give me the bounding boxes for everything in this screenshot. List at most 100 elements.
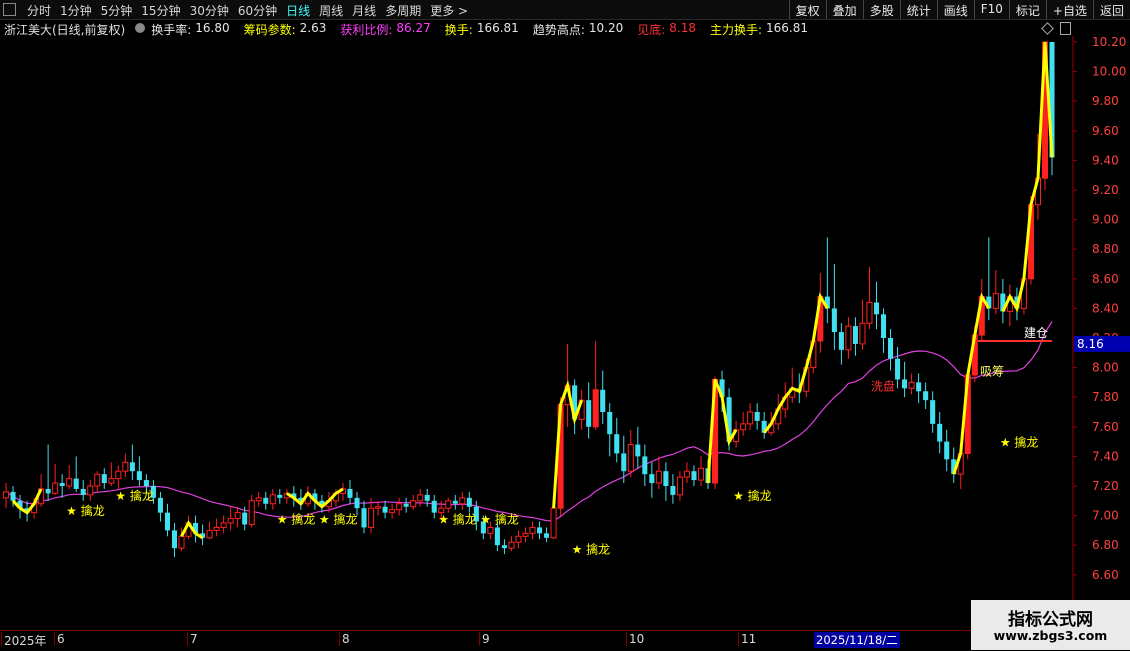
signal-overlay: ★ 擒龙★ 擒龙★ 擒龙 ★ 擒龙 ★ 擒龙 ★ 擒龙★ 擒龙★ 擒龙★ 擒龙建仓吸筹…	[11, 41, 1054, 556]
candle-body-up	[269, 494, 276, 505]
candle-body-up	[122, 461, 129, 472]
candle-body-up	[740, 423, 747, 431]
candle-body-up	[389, 509, 396, 514]
candle-body-down	[143, 480, 149, 486]
tab-period-multi[interactable]: 多周期	[385, 2, 421, 19]
tab-period-more[interactable]: 更多 >	[430, 2, 468, 19]
price-tick-label: 8.60	[1092, 272, 1119, 286]
diamond-icon[interactable]	[1041, 22, 1054, 35]
candle-body-up	[992, 293, 999, 309]
candle-body-up	[52, 482, 59, 494]
date-tick-9: 9	[479, 632, 490, 646]
candle-body-down	[101, 474, 107, 484]
candle-body-up	[66, 478, 73, 487]
tab-period-1min[interactable]: 1分钟	[60, 2, 92, 19]
candle-body-down	[361, 508, 367, 528]
date-tick-8: 8	[339, 632, 350, 646]
candle-body-down	[242, 512, 248, 525]
candle-body-up	[697, 467, 705, 481]
candle-body-down	[347, 488, 353, 498]
candle-body-down	[544, 533, 550, 538]
candle-body-down	[923, 391, 929, 401]
price-tick-label: 7.60	[1092, 420, 1119, 434]
tab-period-monthly[interactable]: 月线	[352, 2, 376, 19]
candle-body-up	[866, 301, 873, 324]
toolbar-right-buttons: 复权 叠加 多股 统计 画线 F10 标记 +自选 返回	[788, 0, 1130, 19]
tab-period-daily[interactable]: 日线	[286, 2, 310, 19]
kline-chart[interactable]: 10.20 10.00 9.80 9.60 9.40 9.20 9.00 8.80 8.60 8.…	[0, 36, 1130, 630]
candle-body-up	[2, 491, 10, 499]
candle-body-up	[255, 497, 262, 502]
top-toolbar: 分时 1分钟 5分钟 15分钟 30分钟 60分钟 日线 周线 月线 多周期 更…	[0, 0, 1130, 20]
price-tick-label: 8.80	[1092, 242, 1119, 256]
candle-body-up	[515, 535, 522, 543]
candle-body-up	[655, 470, 662, 484]
price-tick-label: 8.00	[1092, 361, 1119, 375]
tab-period-60min[interactable]: 60分钟	[238, 2, 277, 19]
price-axis: 10.20 10.00 9.80 9.60 9.40 9.20 9.00 8.80 8.60 8.…	[1072, 36, 1130, 630]
price-tick-label: 10.20	[1092, 36, 1126, 49]
candle-body-down	[431, 500, 437, 513]
overlay-button[interactable]: 叠加	[825, 0, 863, 19]
fuquan-button[interactable]: 复权	[788, 0, 826, 19]
multi-stock-button[interactable]: 多股	[862, 0, 900, 19]
candle-body-down	[157, 497, 163, 513]
candle-body-down	[930, 400, 936, 424]
tab-period-15min[interactable]: 15分钟	[141, 2, 180, 19]
tab-period-5min[interactable]: 5分钟	[101, 2, 133, 19]
price-tick-label: 9.00	[1092, 213, 1119, 227]
price-tick-label: 7.40	[1092, 449, 1119, 463]
candles	[2, 41, 1055, 558]
absorb-label: 吸筹	[980, 365, 1004, 379]
candle-body-up	[459, 497, 466, 505]
candle-body-down	[888, 338, 894, 359]
mark-button[interactable]: 标记	[1008, 0, 1046, 19]
back-button[interactable]: 返回	[1092, 0, 1130, 19]
add-favorite-button[interactable]: +自选	[1045, 0, 1093, 19]
candle-body-up	[747, 411, 754, 425]
candle-body-up	[676, 476, 683, 496]
tab-period-weekly[interactable]: 周线	[319, 2, 343, 19]
candle-body-down	[136, 471, 142, 481]
menu-icon[interactable]	[3, 3, 16, 16]
candle-body-down	[852, 326, 858, 344]
draw-line-button[interactable]: 画线	[936, 0, 974, 19]
candle-body-down	[916, 382, 922, 392]
candle-body-down	[354, 497, 360, 509]
price-tick-label: 9.40	[1092, 153, 1119, 167]
candle-body-down	[649, 474, 655, 484]
date-tick-7: 7	[187, 632, 198, 646]
candle-body-down	[831, 308, 837, 333]
price-tick-label: 10.00	[1092, 65, 1126, 79]
candle-body-down	[642, 456, 648, 475]
candle-body-down	[129, 462, 135, 472]
candle-body-up	[550, 507, 557, 539]
candle-body-up	[368, 507, 375, 528]
candle-body-down	[880, 314, 887, 338]
candle-body-down	[902, 379, 908, 389]
tab-period-30min[interactable]: 30分钟	[190, 2, 229, 19]
candle-body-down	[466, 497, 472, 507]
settings-dot-icon[interactable]	[135, 23, 146, 33]
tab-period-fenshi[interactable]: 分时	[27, 2, 51, 19]
price-tick-label: 7.00	[1092, 509, 1119, 523]
candle-body-up	[396, 503, 403, 511]
candle-body-up	[908, 381, 915, 389]
f10-button[interactable]: F10	[973, 0, 1009, 19]
panel-toggle-icon[interactable]	[1060, 22, 1071, 35]
ma-20-line	[5, 321, 1053, 522]
wash-label: 洗盘	[871, 378, 895, 393]
candle-body-up	[87, 485, 94, 496]
signal-marker-qinlong: ★ 擒龙	[480, 512, 519, 527]
candle-body-down	[663, 471, 669, 486]
candle-body-up	[248, 500, 255, 525]
signal-marker-qinlong: ★ 擒龙	[115, 488, 154, 503]
statistics-button[interactable]: 统计	[899, 0, 937, 19]
signal-marker-qinlong: ★ 擒龙	[319, 512, 358, 527]
watermark-title: 指标公式网	[1008, 610, 1093, 630]
signal-marker-qinlong: ★ 擒龙	[572, 541, 611, 556]
cursor-date-label: 2025/11/18/二	[814, 632, 900, 648]
candle-body-down	[537, 527, 543, 534]
date-tick-year: 2025年	[1, 632, 47, 648]
price-tick-label: 7.20	[1092, 479, 1119, 493]
